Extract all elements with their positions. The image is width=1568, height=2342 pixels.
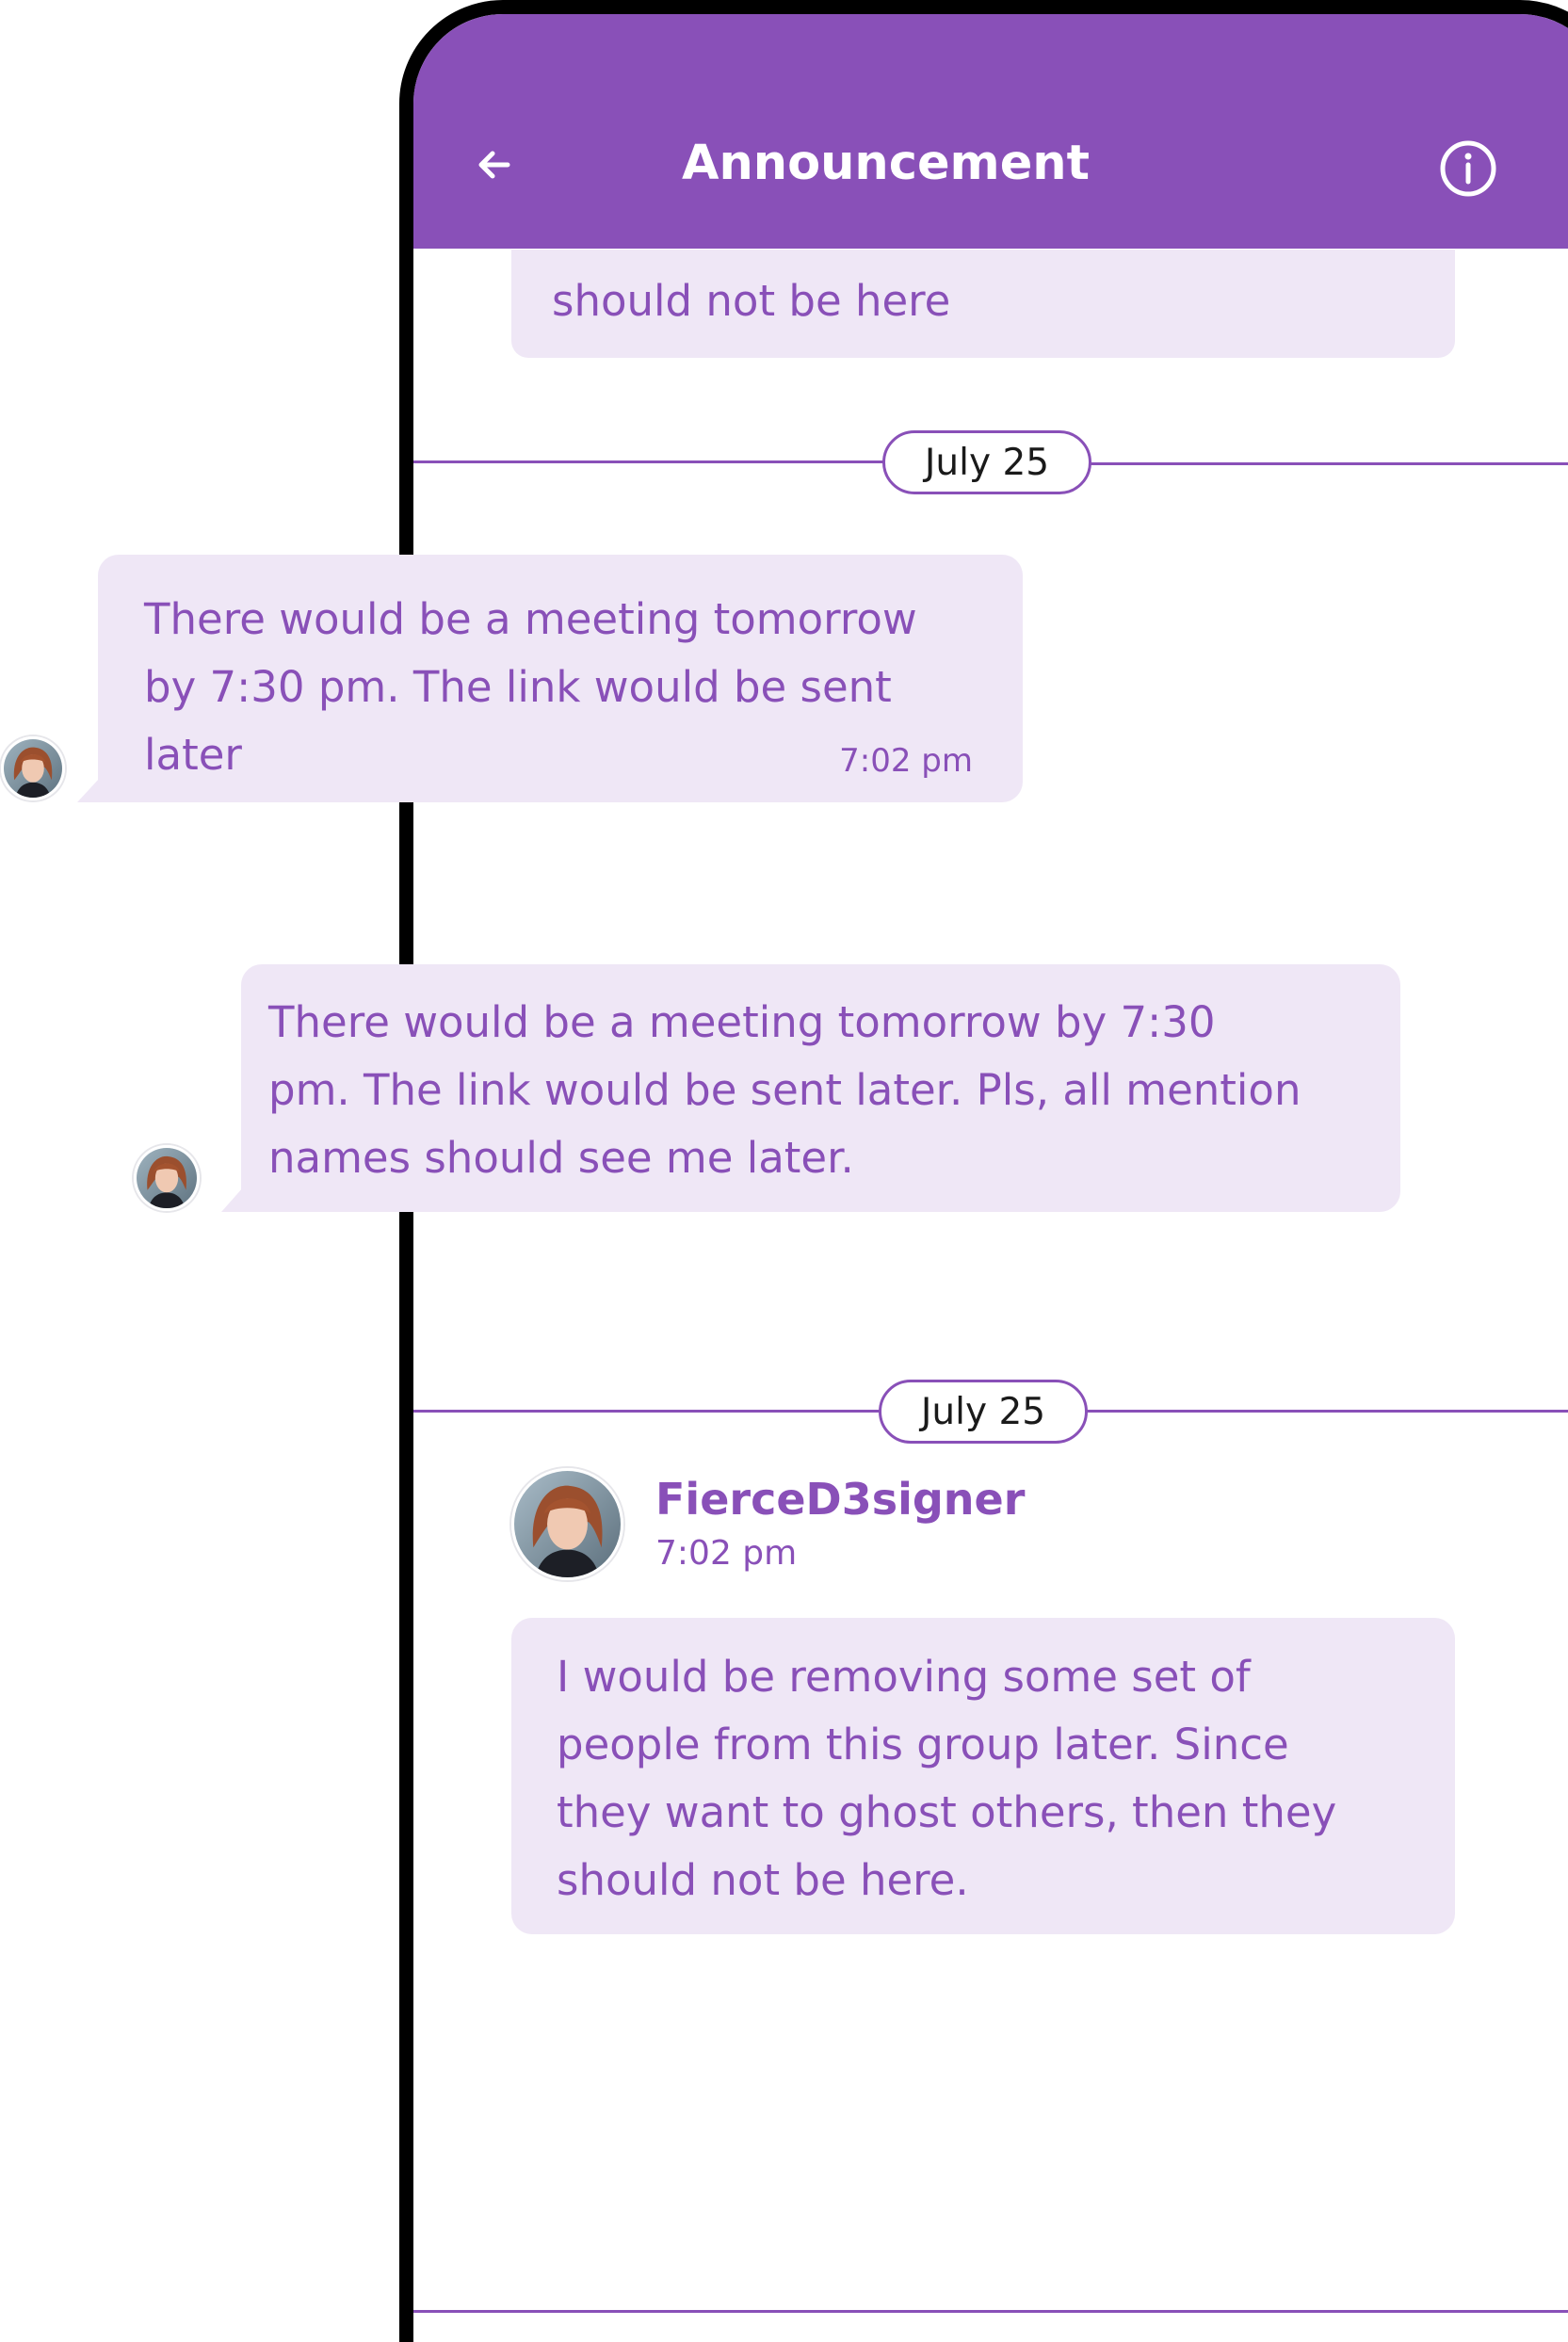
message-bubble-partial[interactable]: should not be here xyxy=(511,250,1455,358)
screen: Announcement should not be here July 25 … xyxy=(0,0,1568,2342)
sender-avatar[interactable] xyxy=(511,1468,623,1580)
message-text: There would be a meeting tomorrow by 7:3… xyxy=(144,586,917,789)
message-text: There would be a meeting tomorrow by 7:3… xyxy=(268,989,1301,1192)
message-text: I would be removing some set of people f… xyxy=(557,1643,1336,1914)
app-header: Announcement xyxy=(413,14,1568,249)
date-divider-line xyxy=(413,1410,881,1413)
date-divider-line xyxy=(1089,462,1568,465)
message-line: There would be a meeting tomorrow by 7:3… xyxy=(268,997,1216,1047)
sender-name[interactable]: FierceD3signer xyxy=(655,1474,1025,1525)
info-circle-icon xyxy=(1440,140,1496,197)
message-line: pm. The link would be sent later. Pls, a… xyxy=(268,1065,1301,1115)
date-separator: July 25 xyxy=(882,430,1091,494)
message-line: they want to ghost others, then they xyxy=(557,1787,1337,1837)
bubble-tail xyxy=(77,778,100,802)
user-photo xyxy=(4,739,62,798)
message-bubble[interactable]: There would be a meeting tomorrow by 7:3… xyxy=(241,964,1400,1212)
message-line: should not be here. xyxy=(557,1855,969,1905)
date-label: July 25 xyxy=(924,441,1050,484)
message-line: names should see me later. xyxy=(268,1133,854,1183)
date-divider-line xyxy=(1085,1410,1568,1413)
sender-time: 7:02 pm xyxy=(655,1534,798,1573)
message-line: people from this group later. Since xyxy=(557,1720,1289,1769)
date-label: July 25 xyxy=(920,1390,1046,1433)
footer-divider xyxy=(413,2310,1568,2313)
date-divider-line xyxy=(413,460,884,463)
message-line: I would be removing some set of xyxy=(557,1652,1251,1702)
avatar[interactable] xyxy=(1,736,65,800)
avatar[interactable] xyxy=(134,1145,200,1211)
message-bubble[interactable]: I would be removing some set of people f… xyxy=(511,1618,1455,1934)
user-photo xyxy=(514,1471,621,1577)
message-text: should not be here xyxy=(552,276,951,326)
message-bubble[interactable]: There would be a meeting tomorrow by 7:3… xyxy=(98,555,1023,802)
info-button[interactable] xyxy=(1439,139,1497,198)
date-separator: July 25 xyxy=(879,1380,1088,1444)
message-time: 7:02 pm xyxy=(839,742,973,780)
message-line: later xyxy=(144,730,242,780)
user-photo xyxy=(137,1148,197,1208)
bubble-tail xyxy=(221,1187,243,1212)
page-title: Announcement xyxy=(682,136,1090,191)
message-line: by 7:30 pm. The link would be sent xyxy=(144,662,892,712)
message-line: There would be a meeting tomorrow xyxy=(144,594,917,644)
